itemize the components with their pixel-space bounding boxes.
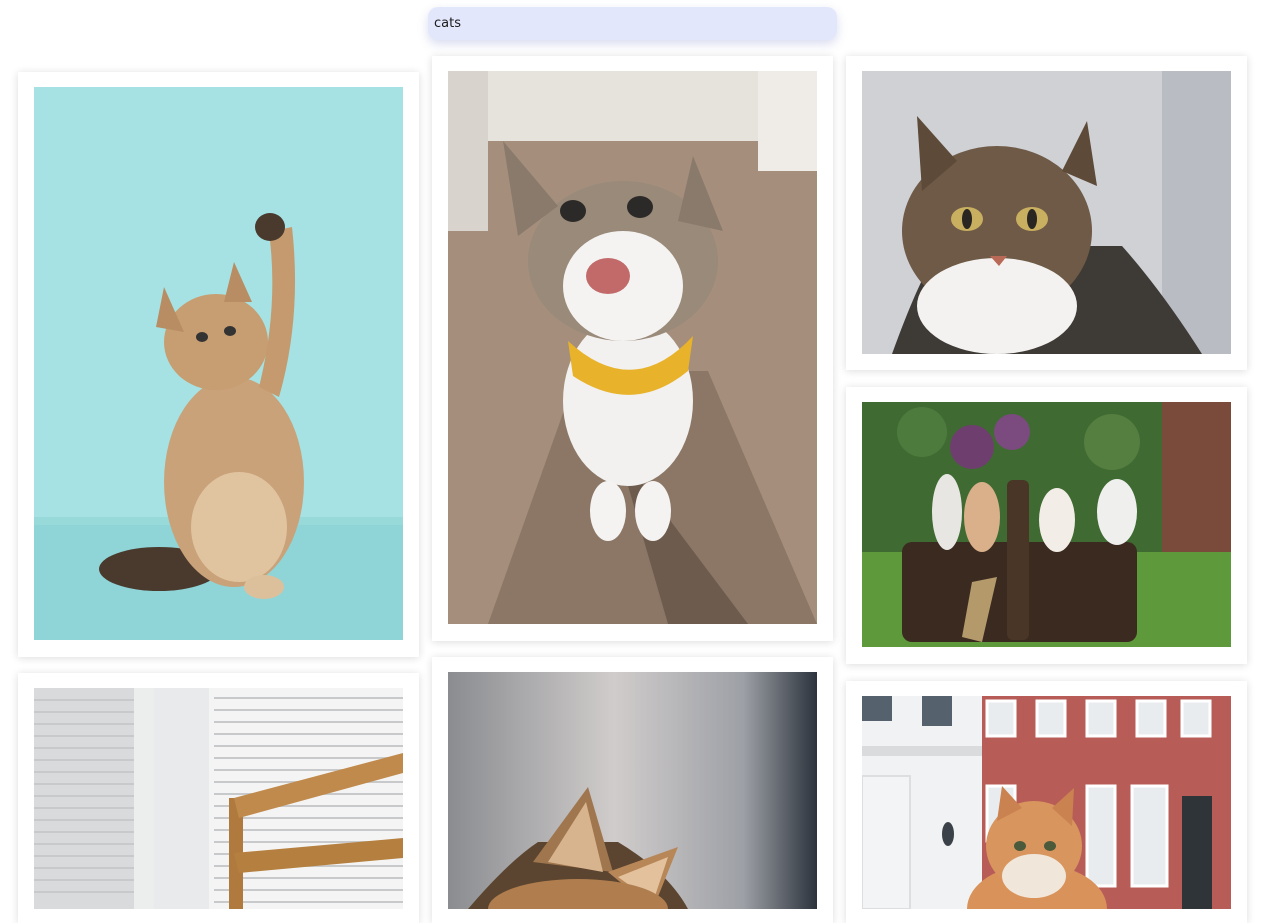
- photo-kitten-raising-paw: [34, 87, 403, 640]
- photo-card[interactable]: [846, 56, 1247, 370]
- photo-smiling-cat-yellow-bandana: [448, 71, 817, 624]
- photo-card[interactable]: [18, 673, 419, 923]
- photo-kittens-in-basket: [862, 402, 1231, 647]
- photo-card[interactable]: [846, 681, 1247, 923]
- photo-card[interactable]: [18, 72, 419, 657]
- photo-window-blinds-cat: [34, 688, 403, 909]
- photo-orange-cat-street: [862, 696, 1231, 909]
- photo-card[interactable]: [432, 56, 833, 641]
- photo-card[interactable]: [432, 657, 833, 923]
- photo-tabby-cat-portrait: [862, 71, 1231, 354]
- photo-card[interactable]: [846, 387, 1247, 664]
- photo-cat-ears-closeup: [448, 672, 817, 909]
- search-bar: [428, 7, 837, 40]
- search-input[interactable]: [428, 7, 837, 40]
